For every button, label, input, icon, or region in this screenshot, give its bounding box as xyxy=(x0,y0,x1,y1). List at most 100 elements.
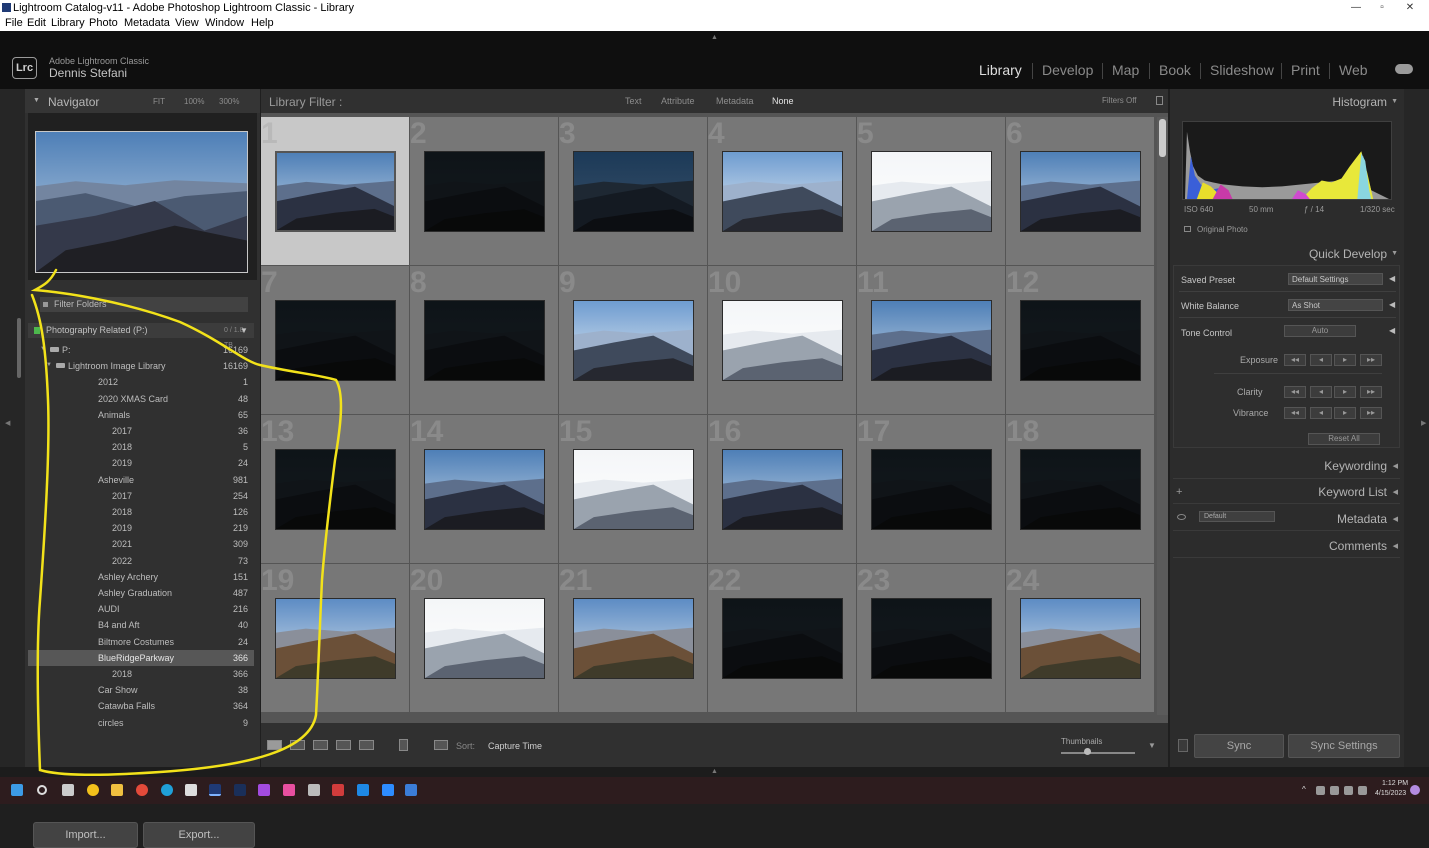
grid-cell[interactable]: 15 xyxy=(559,415,708,564)
menu-window[interactable]: Window xyxy=(205,17,244,29)
grid-cell[interactable]: 8 xyxy=(410,266,559,415)
grid-cell[interactable]: 24 xyxy=(1006,564,1155,713)
metadata-title[interactable]: Metadata xyxy=(1337,512,1387,526)
left-scrollbar[interactable] xyxy=(17,318,21,378)
zoom-100[interactable]: 100% xyxy=(184,97,204,106)
grid-cell[interactable]: 10 xyxy=(708,266,857,415)
volume-header[interactable]: Photography Related (P:) 0 / 1.8 TB ▼ xyxy=(28,323,254,349)
original-photo-checkbox[interactable] xyxy=(1184,226,1191,232)
folder-row[interactable]: circles 9 xyxy=(28,715,254,731)
weather-icon[interactable] xyxy=(87,784,99,796)
triangle-left-icon[interactable]: ◀ xyxy=(1393,488,1398,496)
people-view-icon[interactable] xyxy=(359,740,374,750)
photo-thumbnail[interactable] xyxy=(573,598,694,679)
tray-icon[interactable] xyxy=(1316,786,1325,795)
navigator-header[interactable]: ▼ Navigator FIT 100% 300% xyxy=(25,89,260,113)
clarity-plus-large[interactable]: ▸▸ xyxy=(1360,386,1382,398)
clock-date[interactable]: 4/15/2023 xyxy=(1375,790,1406,797)
menu-edit[interactable]: Edit xyxy=(27,17,46,29)
grid-cell[interactable]: 18 xyxy=(1006,415,1155,564)
folder-row[interactable]: Biltmore Costumes 24 xyxy=(28,634,254,650)
photo-thumbnail[interactable] xyxy=(722,300,843,381)
folder-row[interactable]: 2022 73 xyxy=(28,553,254,569)
app-icon[interactable] xyxy=(405,784,417,796)
grid-cell[interactable]: 12 xyxy=(1006,266,1155,415)
grid-cell[interactable]: 17 xyxy=(857,415,1006,564)
triangle-left-icon[interactable]: ◀ xyxy=(1393,515,1398,523)
photo-thumbnail[interactable] xyxy=(1020,449,1141,530)
notification-icon[interactable] xyxy=(1410,785,1420,795)
navigator-image[interactable] xyxy=(35,131,248,273)
photo-thumbnail[interactable] xyxy=(275,449,396,530)
chrome-icon[interactable] xyxy=(136,784,148,796)
plus-icon[interactable]: + xyxy=(1176,486,1182,498)
grid-cell[interactable]: 5 xyxy=(857,117,1006,266)
folder-row[interactable]: Car Show 38 xyxy=(28,682,254,698)
exposure-plus[interactable]: ▸ xyxy=(1334,354,1356,366)
photo-thumbnail[interactable] xyxy=(722,449,843,530)
module-slideshow[interactable]: Slideshow xyxy=(1210,62,1274,78)
sync-switch[interactable] xyxy=(1178,739,1188,752)
grid-cell[interactable]: 3 xyxy=(559,117,708,266)
folder-row[interactable]: B4 and Aft 40 xyxy=(28,617,254,633)
folder-row[interactable]: ▼ Lightroom Image Library 16169 xyxy=(28,358,254,374)
export-button[interactable]: Export... xyxy=(143,822,255,848)
photo-thumbnail[interactable] xyxy=(871,151,992,232)
exposure-plus-large[interactable]: ▸▸ xyxy=(1360,354,1382,366)
exposure-minus[interactable]: ◂ xyxy=(1310,354,1332,366)
vibrance-plus[interactable]: ▸ xyxy=(1334,407,1356,419)
folder-row[interactable]: Ashley Graduation 487 xyxy=(28,585,254,601)
painter-icon[interactable] xyxy=(399,739,408,751)
disclosure-triangle-icon[interactable]: ▼ xyxy=(46,362,52,368)
grid-cell[interactable]: 20 xyxy=(410,564,559,713)
tray-chevron-icon[interactable]: ^ xyxy=(1302,785,1306,794)
collapse-top-arrow[interactable]: ▲ xyxy=(711,34,718,41)
loupe-view-icon[interactable] xyxy=(290,740,305,750)
sync-button[interactable]: Sync xyxy=(1194,734,1284,758)
white-balance-dropdown[interactable]: As Shot xyxy=(1288,299,1383,311)
photo-thumbnail[interactable] xyxy=(424,300,545,381)
grid-cell[interactable]: 16 xyxy=(708,415,857,564)
folder-row[interactable]: 2018 5 xyxy=(28,439,254,455)
chevron-down-icon[interactable]: ▼ xyxy=(240,323,248,338)
filter-metadata[interactable]: Metadata xyxy=(716,96,754,106)
folder-row[interactable]: ▼ P: 16169 xyxy=(28,342,254,358)
right-panel-edge[interactable]: ▶ xyxy=(1404,89,1429,767)
photo-thumbnail[interactable] xyxy=(573,151,694,232)
module-map[interactable]: Map xyxy=(1112,62,1139,78)
grid-cell[interactable]: 11 xyxy=(857,266,1006,415)
collapse-left-arrow[interactable]: ◀ xyxy=(5,419,10,427)
clock-time[interactable]: 1:12 PM xyxy=(1382,780,1408,787)
folder-row[interactable]: 2017 254 xyxy=(28,488,254,504)
close-button[interactable]: ✕ xyxy=(1397,0,1423,16)
triangle-down-icon[interactable]: ▼ xyxy=(1391,98,1398,105)
photo-thumbnail[interactable] xyxy=(1020,300,1141,381)
module-book[interactable]: Book xyxy=(1159,62,1191,78)
folder-row[interactable]: Ashley Archery 151 xyxy=(28,569,254,585)
sort-direction-icon[interactable] xyxy=(434,740,448,750)
module-print[interactable]: Print xyxy=(1291,62,1320,78)
survey-view-icon[interactable] xyxy=(336,740,351,750)
triangle-left-icon[interactable]: ◀ xyxy=(1393,462,1398,470)
reset-all-button[interactable]: Reset All xyxy=(1308,433,1380,445)
photo-thumbnail[interactable] xyxy=(573,449,694,530)
triangle-down-icon[interactable]: ▼ xyxy=(1391,250,1398,257)
lightroom-taskbar-icon[interactable] xyxy=(209,784,221,796)
task-view-icon[interactable] xyxy=(62,784,74,796)
menu-help[interactable]: Help xyxy=(251,17,274,29)
cloud-icon[interactable] xyxy=(1395,64,1413,74)
minimize-button[interactable]: — xyxy=(1343,0,1369,16)
metadata-preset-dropdown[interactable]: Default xyxy=(1199,511,1275,522)
wifi-icon[interactable] xyxy=(1330,786,1339,795)
filter-attribute[interactable]: Attribute xyxy=(661,96,695,106)
left-panel-edge[interactable]: ◀ xyxy=(0,89,25,767)
menu-library[interactable]: Library xyxy=(51,17,85,29)
triangle-left-icon[interactable]: ◀ xyxy=(1389,300,1395,309)
clarity-minus-large[interactable]: ◂◂ xyxy=(1284,386,1306,398)
folder-row[interactable]: 2021 309 xyxy=(28,536,254,552)
grid-cell[interactable]: 13 xyxy=(261,415,410,564)
filter-none[interactable]: None xyxy=(772,96,794,106)
module-web[interactable]: Web xyxy=(1339,62,1368,78)
folder-row[interactable]: 2017 36 xyxy=(28,423,254,439)
exposure-minus-large[interactable]: ◂◂ xyxy=(1284,354,1306,366)
